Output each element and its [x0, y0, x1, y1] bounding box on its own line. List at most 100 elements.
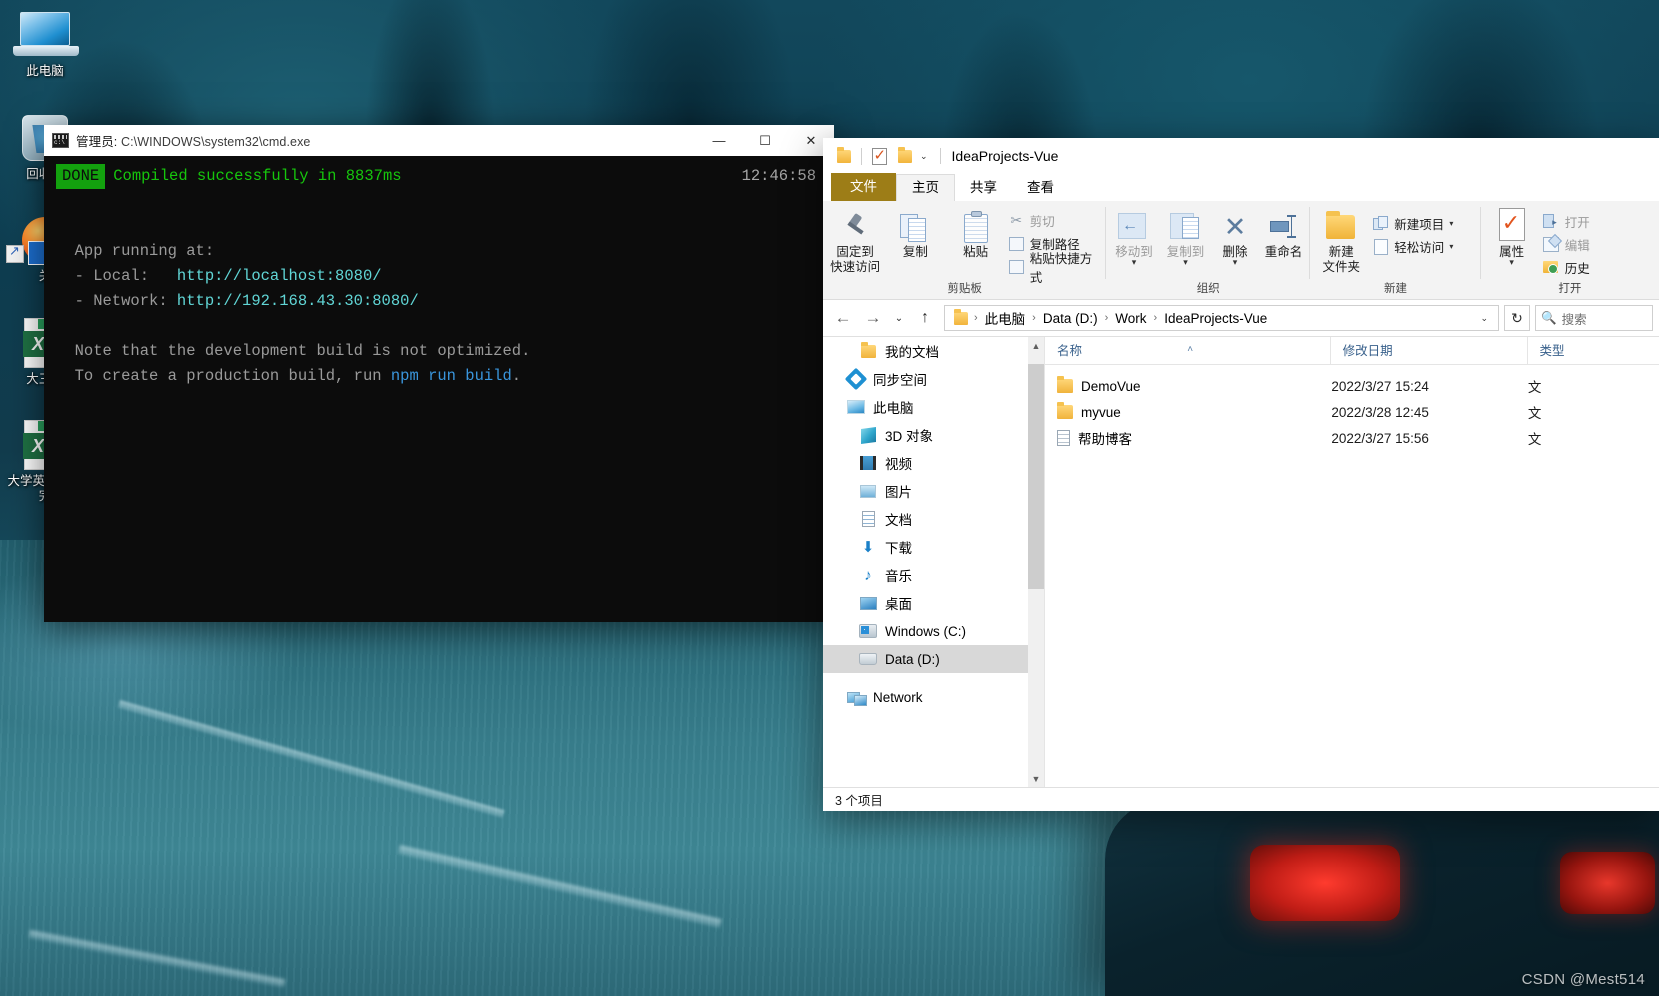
tab-view[interactable]: 查看 [1012, 175, 1069, 201]
forward-button[interactable]: → [859, 304, 887, 332]
properties-button[interactable]: ✓ 属性 ▾ [1483, 206, 1541, 267]
rename-button[interactable]: 重命名 [1259, 206, 1309, 260]
open-button[interactable]: ▸ 打开 [1541, 210, 1596, 233]
documents-icon [859, 510, 877, 528]
explorer-titlebar[interactable]: ⌄ IdeaProjects-Vue [823, 138, 1659, 174]
up-button[interactable]: ↑ [911, 304, 939, 332]
sync-icon [844, 367, 868, 391]
ribbon-group-clipboard: 固定到 快速访问 复制 粘贴 ✂ 剪切 复制路径 粘贴快捷方式 剪贴板 [823, 201, 1107, 299]
music-icon: ♪ [864, 566, 872, 584]
column-header-label: 修改日期 [1342, 343, 1393, 358]
cmd-console-output[interactable]: DONE Compiled successfully in 8837ms 12:… [44, 156, 834, 622]
group-label-new: 新建 [1383, 283, 1407, 295]
edit-button[interactable]: 编辑 [1541, 233, 1596, 256]
divider [861, 147, 862, 165]
navigation-pane-scrollbar[interactable]: ▲ ▼ [1028, 337, 1044, 787]
explorer-body: 我的文档 同步空间 此电脑 3D 对象 视频 图片 文档 ⬇ 下载 ♪ 音乐 桌… [823, 336, 1659, 787]
nav-item-sync-space[interactable]: 同步空间 [823, 365, 1044, 393]
chevron-down-icon[interactable]: ⌄ [1474, 313, 1494, 324]
new-item-button[interactable]: 新建项目 ▾ [1370, 212, 1459, 235]
desktop-icon-this-pc[interactable]: 此电脑 [2, 10, 88, 79]
quick-access-folder-icon[interactable] [831, 143, 857, 169]
history-button[interactable]: 历史 [1541, 256, 1596, 279]
breadcrumb-item-this-pc[interactable]: 此电脑 [982, 307, 1029, 329]
breadcrumb-item-work[interactable]: Work [1112, 310, 1149, 327]
paste-button[interactable]: 粘贴 [946, 206, 1006, 260]
breadcrumb[interactable]: › 此电脑 › Data (D:) › Work › IdeaProjects-… [944, 305, 1499, 331]
minimize-button[interactable]: — [696, 125, 742, 156]
scrollbar-thumb[interactable] [1028, 364, 1044, 589]
chevron-down-icon[interactable]: ▾ [1449, 242, 1453, 251]
nav-item-documents[interactable]: 文档 [823, 505, 1044, 533]
nav-item-music[interactable]: ♪ 音乐 [823, 561, 1044, 589]
network-url-link[interactable]: http://192.168.43.30:8080/ [177, 289, 419, 314]
pin-icon [840, 209, 870, 245]
new-folder-icon[interactable] [892, 143, 918, 169]
pictures-icon [859, 482, 877, 500]
chevron-down-icon[interactable]: ⌄ [918, 151, 930, 162]
scroll-up-arrow-icon[interactable]: ▲ [1032, 337, 1041, 354]
downloads-icon: ⬇ [861, 538, 875, 556]
file-explorer-window[interactable]: ⌄ IdeaProjects-Vue 文件 主页 共享 查看 固定到 快速访问 [823, 138, 1659, 811]
new-folder-button[interactable]: 新建 文件夹 [1312, 206, 1370, 275]
easy-access-button[interactable]: 轻松访问 ▾ [1370, 235, 1459, 258]
nav-item-3d-objects[interactable]: 3D 对象 [823, 421, 1044, 449]
nav-item-network[interactable]: Network [823, 683, 1044, 711]
cmd-titlebar[interactable]: 管理员: C:\WINDOWS\system32\cmd.exe — ☐ ✕ [44, 125, 834, 156]
cmd-line-network: - Network: http://192.168.43.30:8080/ [44, 289, 834, 314]
history-icon [1542, 259, 1560, 276]
paste-shortcut-button[interactable]: 粘贴快捷方式 [1006, 252, 1104, 285]
edit-label: 编辑 [1564, 239, 1590, 253]
nav-item-downloads[interactable]: ⬇ 下载 [823, 533, 1044, 561]
back-button[interactable]: ← [829, 304, 857, 332]
local-url-link[interactable]: http://localhost:8080/ [177, 264, 382, 289]
tab-file[interactable]: 文件 [831, 173, 896, 201]
refresh-button[interactable]: ↻ [1504, 305, 1530, 331]
nav-item-label: 3D 对象 [885, 429, 934, 444]
nav-item-videos[interactable]: 视频 [823, 449, 1044, 477]
column-header-date-modified[interactable]: 修改日期 [1331, 337, 1528, 365]
nav-item-desktop[interactable]: 桌面 [823, 589, 1044, 617]
delete-button[interactable]: ✕ 删除 ▾ [1211, 206, 1259, 267]
cmd-window[interactable]: 管理员: C:\WINDOWS\system32\cmd.exe — ☐ ✕ D… [44, 125, 834, 622]
nav-item-windows-c[interactable]: Windows (C:) [823, 617, 1044, 645]
nav-item-pictures[interactable]: 图片 [823, 477, 1044, 505]
nav-item-this-pc[interactable]: 此电脑 [823, 393, 1044, 421]
copy-button[interactable]: 复制 [885, 206, 945, 260]
this-pc-icon [2, 10, 88, 60]
ribbon-group-open: ✓ 属性 ▾ ▸ 打开 编辑 历史 打开 [1481, 201, 1659, 299]
chevron-down-icon[interactable]: ▾ [1449, 219, 1453, 228]
breadcrumb-item-ideaprojects-vue[interactable]: IdeaProjects-Vue [1161, 310, 1270, 327]
copy-path-icon [1008, 235, 1025, 252]
paste-icon [961, 209, 991, 245]
copy-to-button[interactable]: 复制到 ▾ [1160, 206, 1211, 267]
table-row[interactable]: 帮助博客 2022/3/27 15:56 文 [1045, 425, 1659, 451]
move-to-button[interactable]: ← 移动到 ▾ [1108, 206, 1159, 267]
clipboard-small-commands: ✂ 剪切 复制路径 粘贴快捷方式 [1006, 206, 1104, 285]
scrollbar-track[interactable] [1028, 354, 1044, 770]
column-header-name[interactable]: 名称 ˄ [1045, 337, 1331, 365]
table-row[interactable]: myvue 2022/3/28 12:45 文 [1045, 399, 1659, 425]
document-icon [1057, 430, 1070, 446]
nav-item-label: Windows (C:) [885, 623, 967, 639]
breadcrumb-item-data-d[interactable]: Data (D:) [1040, 310, 1101, 327]
pin-to-quick-access-button[interactable]: 固定到 快速访问 [825, 206, 885, 275]
nav-item-data-d[interactable]: Data (D:) [823, 645, 1044, 673]
breadcrumb-separator: › [1104, 312, 1109, 324]
scroll-down-arrow-icon[interactable]: ▼ [1032, 770, 1041, 787]
table-row[interactable]: DemoVue 2022/3/27 15:24 文 [1045, 373, 1659, 399]
status-bar: 3 个项目 [823, 787, 1659, 811]
column-header-type[interactable]: 类型 [1528, 337, 1659, 365]
file-name-cell: 帮助博客 [1045, 428, 1331, 448]
nav-item-my-documents[interactable]: 我的文档 [823, 337, 1044, 365]
maximize-button[interactable]: ☐ [742, 125, 788, 156]
tab-share[interactable]: 共享 [955, 175, 1012, 201]
cut-button[interactable]: ✂ 剪切 [1006, 209, 1104, 232]
cmd-title-path: C:\WINDOWS\system32\cmd.exe [120, 135, 311, 149]
recent-locations-button[interactable]: ⌄ [889, 304, 909, 332]
wallpaper-car-taillight [1560, 852, 1655, 914]
search-input[interactable]: 🔍 搜索 [1535, 305, 1653, 331]
cmd-window-controls: — ☐ ✕ [696, 125, 834, 156]
properties-check-icon[interactable] [866, 143, 892, 169]
tab-home[interactable]: 主页 [896, 174, 955, 201]
